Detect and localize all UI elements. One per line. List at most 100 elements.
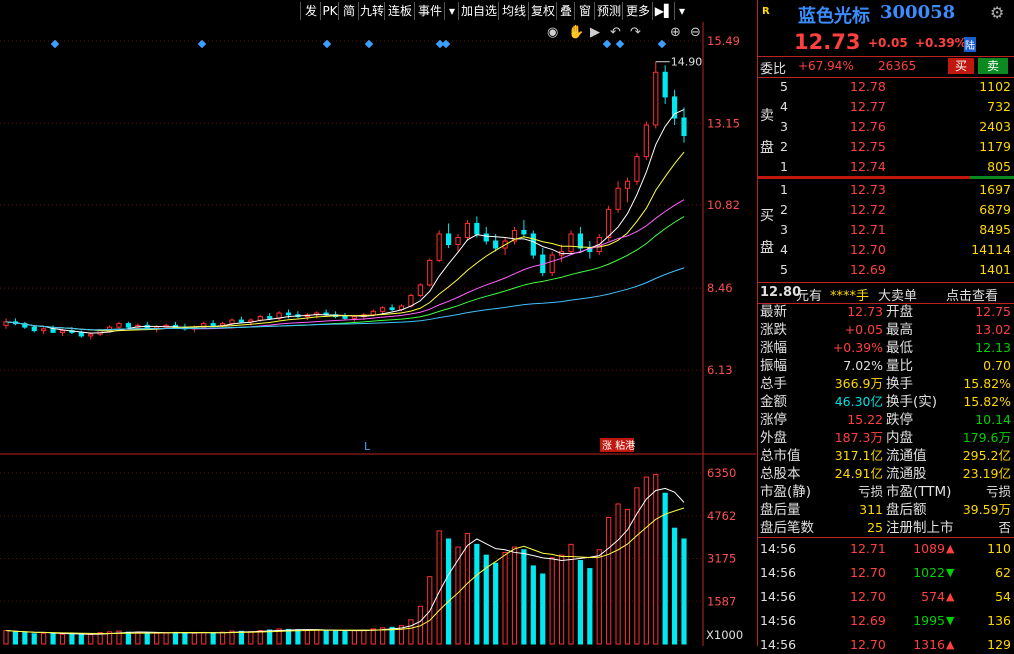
redo-icon[interactable]: ↷: [630, 25, 642, 40]
weibi-label: 委比: [760, 62, 787, 77]
tick-row: 14:56 12.70 574 ▲ 54: [758, 588, 1014, 606]
toolbar-item-15[interactable]: ▾: [674, 2, 689, 20]
toolbar-item-9[interactable]: 复权: [528, 2, 557, 20]
candle-body: [464, 222, 471, 238]
buy-button[interactable]: 买: [948, 58, 974, 74]
zoom-out-icon[interactable]: ⊖: [690, 25, 701, 40]
candle-body: [285, 312, 292, 316]
ask-row[interactable]: 1 12.74 805: [758, 158, 1014, 176]
toolbar-item-7[interactable]: 加自选: [458, 2, 499, 20]
toolbar-item-11[interactable]: 窗: [574, 2, 595, 20]
stat-label: 市盈(静): [760, 484, 812, 500]
volume-bar: [587, 568, 593, 645]
stat-label: 跌停: [886, 412, 913, 428]
hand-icon[interactable]: ✋: [568, 24, 584, 40]
bid-row[interactable]: 3 12.71 8495: [758, 221, 1014, 239]
candle-body: [370, 310, 376, 316]
stat-label: 外盘: [760, 430, 787, 446]
sell-button[interactable]: 卖: [978, 58, 1008, 74]
kline-chart[interactable]: 15.49 13.15 10.82 8.46 6.13 6350 4762 3175 1587 X…: [0, 22, 756, 646]
candle-body: [342, 316, 348, 319]
bid-row[interactable]: 2 12.72 6879: [758, 201, 1014, 219]
event-marker-icon: [615, 39, 625, 49]
volume-bar: [182, 632, 188, 645]
volume-bar: [50, 632, 56, 645]
volume-bar: [172, 631, 179, 645]
big-order-unit: 元有: [796, 289, 823, 304]
arrow-down-icon: ▼: [946, 614, 955, 627]
ask-row[interactable]: 4 12.77 732: [758, 98, 1014, 116]
candle-body: [653, 71, 659, 126]
volume-bar: [163, 632, 169, 645]
big-order-bar[interactable]: 12.80 元有 ****手 大卖单 点击查看: [758, 282, 1014, 304]
stat-value: 25: [867, 520, 883, 535]
volume-bar: [31, 633, 37, 645]
toolbar-item-3[interactable]: 九转: [358, 2, 385, 20]
stat-value: 295.2亿: [962, 448, 1011, 463]
toolbar-item-14[interactable]: ▶▌: [652, 2, 675, 20]
bid-row[interactable]: 1 12.73 1697: [758, 181, 1014, 199]
book-volume: 1102: [979, 79, 1011, 94]
toolbar-item-13[interactable]: 更多: [622, 2, 653, 20]
book-volume: 1401: [979, 262, 1011, 277]
volume-bar: [304, 629, 310, 645]
book-volume: 8495: [979, 222, 1011, 237]
stat-value: 311: [859, 502, 883, 517]
play-icon[interactable]: ▶: [590, 25, 600, 40]
stat-row: 盘后笔数 25 注册制上市 否: [758, 519, 1014, 537]
volume-bar: [681, 538, 687, 645]
stat-label: 总股本: [760, 466, 801, 482]
toolbar-item-1[interactable]: PK: [320, 2, 339, 20]
bid-row[interactable]: 4 12.70 14114: [758, 241, 1014, 259]
candle-body: [606, 208, 612, 238]
stat-label: 市盈(TTM): [886, 484, 952, 500]
volume-bar: [474, 543, 480, 645]
candle-body: [634, 156, 640, 182]
volume-bar: [436, 530, 442, 645]
arrow-down-icon: ▼: [946, 566, 955, 579]
volume-bar: [125, 631, 132, 645]
tick-volume: 1089: [913, 541, 945, 556]
tick-row: 14:56 12.69 1995 ▼ 136: [758, 612, 1014, 630]
tick-count: 62: [995, 565, 1011, 580]
tick-price: 12.70: [850, 637, 886, 652]
big-order-link[interactable]: 点击查看: [946, 285, 998, 304]
toolbar-item-10[interactable]: 叠: [556, 2, 575, 20]
stat-value: 12.75: [975, 304, 1011, 319]
stat-label: 换手(实): [886, 394, 938, 410]
weibi-pct: +67.94%: [798, 59, 854, 73]
book-level: 1: [780, 182, 788, 197]
volume-bar: [248, 631, 254, 645]
stat-label: 最新: [760, 304, 787, 320]
toolbar-item-5[interactable]: 事件: [414, 2, 445, 20]
ask-row[interactable]: 5 12.78 1102: [758, 78, 1014, 96]
bid-row[interactable]: 5 12.69 1401: [758, 261, 1014, 279]
undo-icon[interactable]: ↶: [610, 25, 621, 40]
gear-icon[interactable]: ⚙: [990, 3, 1004, 22]
toolbar-item-6[interactable]: ▾: [444, 2, 459, 20]
book-volume: 14114: [971, 242, 1011, 257]
book-price: 12.73: [850, 182, 886, 197]
book-level: 4: [780, 242, 788, 257]
candle-body: [50, 328, 56, 333]
tick-price: 12.71: [850, 541, 886, 556]
stat-row: 外盘 187.3万 内盘 179.6万: [758, 429, 1014, 447]
toolbar-item-4[interactable]: 连板: [384, 2, 415, 20]
stat-value: 12.13: [975, 340, 1011, 355]
volume-bar: [530, 565, 536, 645]
candle-body: [615, 187, 621, 210]
lu-badge: 陆: [964, 37, 976, 52]
stat-label: 内盘: [886, 430, 913, 446]
toolbar-item-12[interactable]: 预测: [594, 2, 623, 20]
eye-icon[interactable]: ◉: [547, 25, 558, 40]
price-change: +0.05: [868, 36, 908, 50]
ask-row[interactable]: 3 12.76 2403: [758, 118, 1014, 136]
zoom-in-icon[interactable]: ⊕: [670, 25, 681, 40]
toolbar-item-2[interactable]: 简: [338, 2, 359, 20]
toolbar-item-8[interactable]: 均线: [498, 2, 529, 20]
toolbar-item-0[interactable]: 发: [300, 2, 321, 20]
volume-bar: [12, 631, 19, 645]
ask-row[interactable]: 2 12.75 1179: [758, 138, 1014, 156]
candle-body: [577, 233, 584, 249]
chart-svg[interactable]: 15.49 13.15 10.82 8.46 6.13 6350 4762 3175 1587 X…: [0, 22, 756, 646]
